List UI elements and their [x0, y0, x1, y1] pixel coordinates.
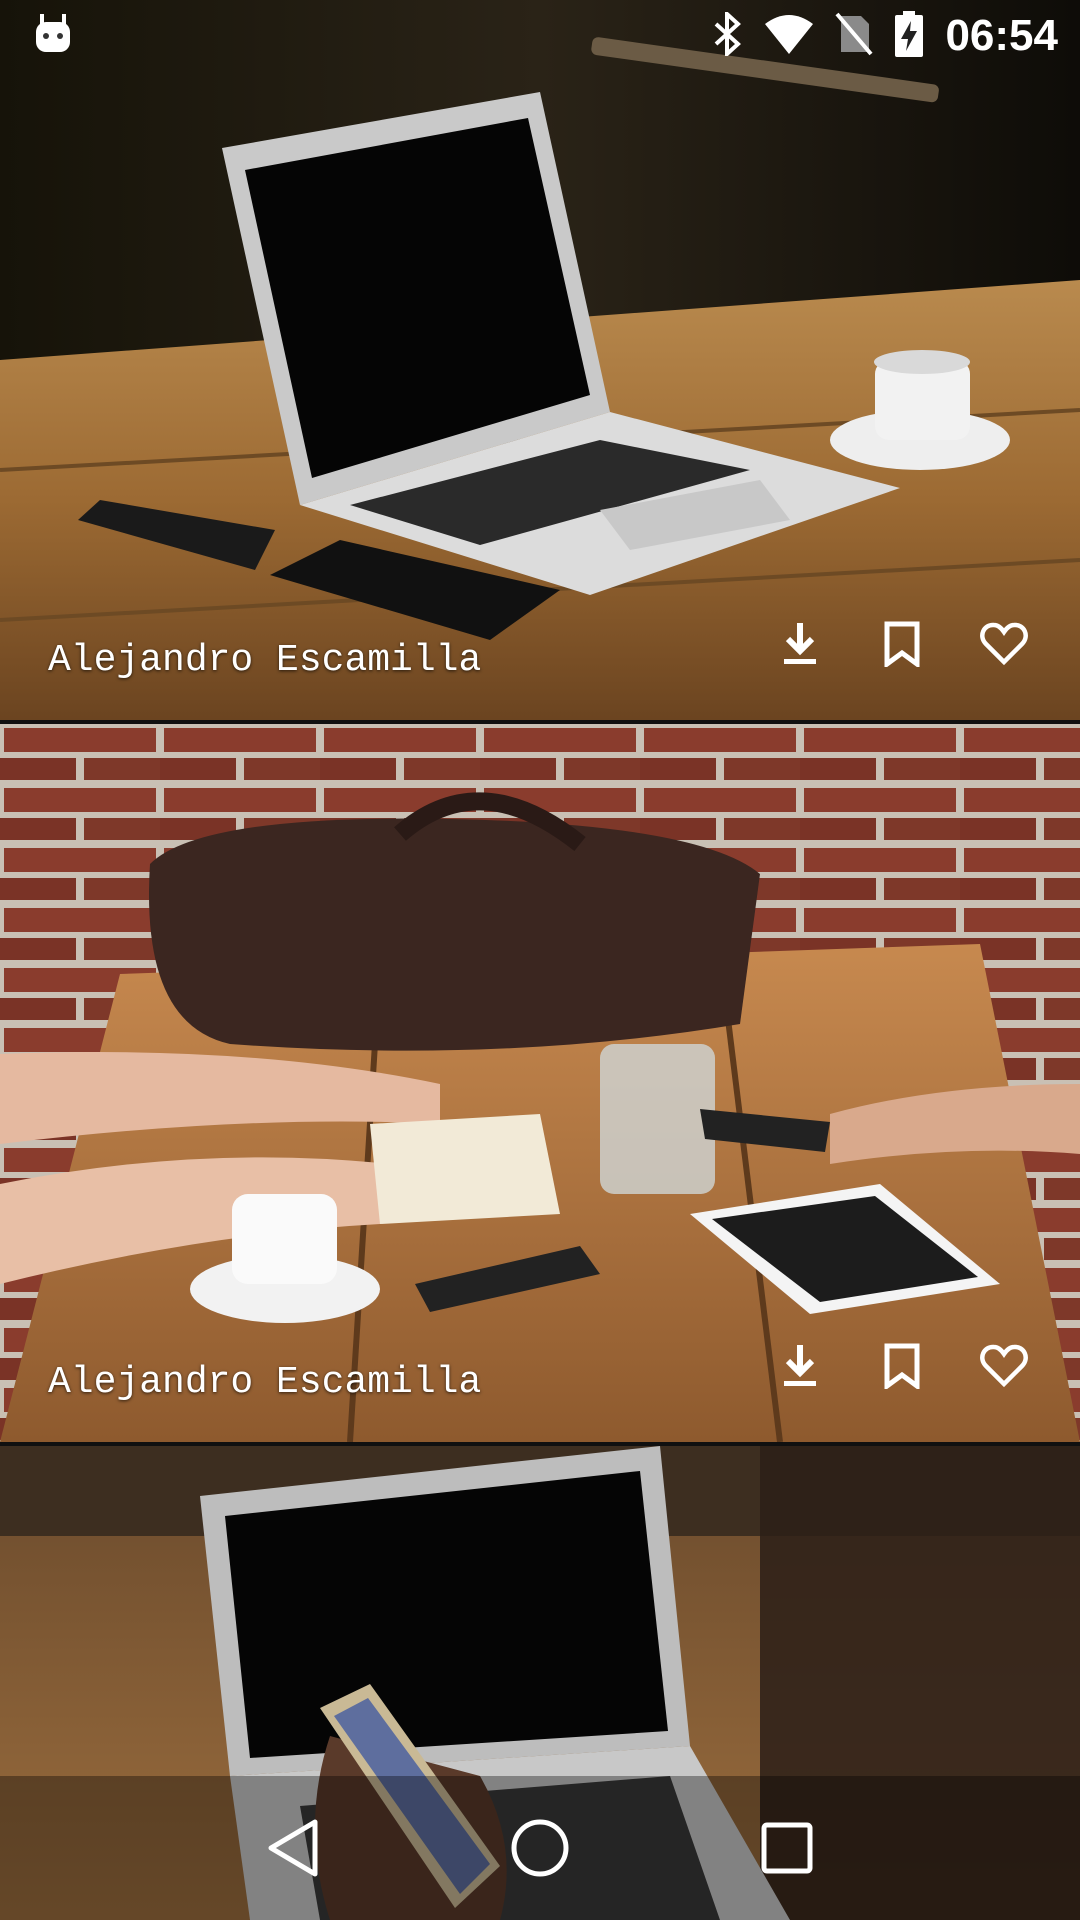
bookmark-icon[interactable]	[876, 618, 928, 670]
wifi-icon	[765, 14, 814, 58]
photo-card[interactable]: Alejandro Escamilla	[0, 0, 1080, 720]
download-icon[interactable]	[774, 618, 826, 670]
heart-icon[interactable]	[978, 618, 1030, 670]
card-footer: Alejandro Escamilla	[0, 1312, 1080, 1442]
author-name[interactable]: Alejandro Escamilla	[48, 639, 481, 682]
back-button[interactable]	[253, 1808, 333, 1888]
card-actions	[774, 618, 1030, 670]
card-footer: Alejandro Escamilla	[0, 590, 1080, 720]
card-actions	[774, 1340, 1030, 1392]
heart-icon[interactable]	[978, 1340, 1030, 1392]
bookmark-icon[interactable]	[876, 1340, 928, 1392]
recents-button[interactable]	[747, 1808, 827, 1888]
home-button[interactable]	[500, 1808, 580, 1888]
status-time: 06:54	[945, 11, 1058, 60]
navigation-bar	[0, 1776, 1080, 1920]
status-bar: 06:54	[0, 0, 1080, 72]
bluetooth-icon	[713, 9, 743, 60]
android-icon	[34, 14, 72, 58]
author-name[interactable]: Alejandro Escamilla	[48, 1361, 481, 1404]
no-sim-icon	[835, 12, 873, 60]
photo-card[interactable]: Alejandro Escamilla	[0, 724, 1080, 1442]
download-icon[interactable]	[774, 1340, 826, 1392]
battery-charging-icon	[895, 11, 924, 61]
